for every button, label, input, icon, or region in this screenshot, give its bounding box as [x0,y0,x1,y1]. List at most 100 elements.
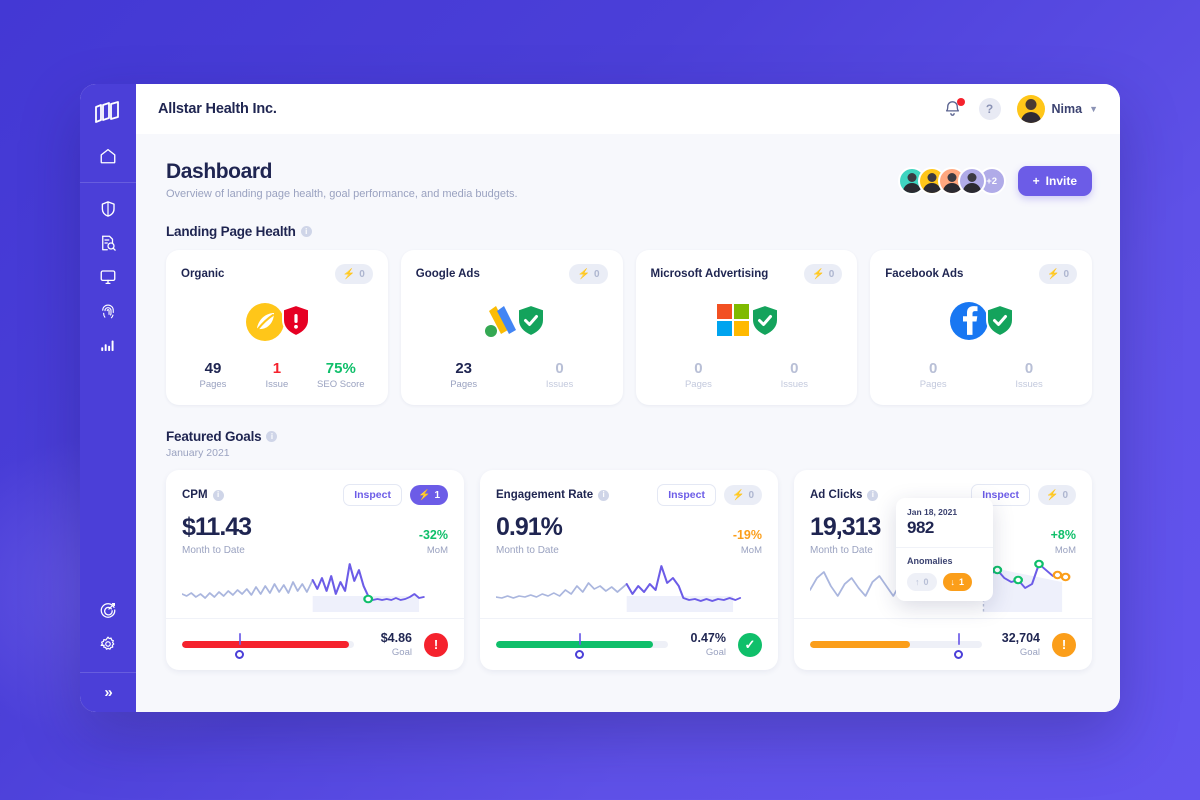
shield-check-icon [985,303,1015,343]
progress-track [182,641,354,648]
dashboard-content: Dashboard Overview of landing page healt… [136,134,1120,712]
goal-card-header: CPM i Inspect ⚡ 1 [182,484,448,506]
sidebar-item-settings[interactable] [90,628,126,660]
goal-metric-label: Month to Date [496,545,559,556]
bolt-icon: ⚡ [577,268,590,280]
progress-fill [182,641,349,648]
stat-value: 1 [272,360,282,377]
stat-item: 75% SEO Score [309,360,373,390]
section-label: Landing Page Health [166,224,296,239]
sidebar-item-security[interactable] [90,193,126,225]
badge-value: 0 [1062,489,1068,501]
sidebar-item-identity[interactable] [90,295,126,327]
sidebar-collapse-toggle[interactable]: » [80,672,136,712]
stat-label: Pages [199,379,227,390]
stat-value: 49 [204,360,222,377]
stat-value: 23 [455,360,473,377]
status-badge-check: ✓ [738,632,762,657]
goal-metric-value: 19,313 [810,513,881,541]
health-card-facebook-ads[interactable]: Facebook Ads ⚡ 0 0 Pages 0 Issues [870,250,1092,405]
topbar-actions: ? Nima ▼ [943,95,1098,123]
section-label: Featured Goals [166,429,262,444]
arrow-up-icon: ↑ [915,577,920,587]
shield-alert-icon [281,303,311,343]
stat-item: 0 Pages [651,360,747,390]
tooltip-anomalies-label: Anomalies [907,556,953,566]
stat-label: Issues [545,379,574,390]
progress-track [496,641,668,648]
featured-goals-date: January 2021 [166,447,230,459]
goal-card-title: Engagement Rate [496,489,594,501]
bolt-icon: ⚡ [812,268,825,280]
bolt-icon: ⚡ [1046,268,1060,280]
home-icon [99,147,117,165]
stat-value: 75% [325,360,356,377]
goal-metric-row: $11.43 Month to Date -32% MoM [182,515,448,557]
monitor-icon [99,268,117,286]
main-area: Allstar Health Inc. ? Nima ▼ Dashboard O… [136,84,1120,712]
goal-progress[interactable] [182,632,354,659]
info-icon[interactable]: i [266,431,278,442]
shield-check-icon [750,303,780,343]
goal-mom-label: MoM [1054,545,1076,556]
info-icon[interactable]: i [212,489,224,501]
target-icon [99,601,117,619]
progress-knob[interactable] [953,649,963,659]
shield-icon [99,200,117,218]
health-card-title: Organic [181,268,225,280]
goal-target-label: Goal [1019,647,1040,658]
stat-label: Pages [919,379,947,390]
stat-item: 0 Issues [981,360,1077,390]
badge-value: 0 [593,268,600,280]
inspect-button[interactable]: Inspect [657,484,716,506]
health-card-badge: ⚡ 0 [569,264,608,284]
stat-label: Pages [684,379,712,390]
goal-target-value: $4.86 [380,631,412,645]
inspect-button[interactable]: Inspect [343,484,402,506]
sidebar-item-home[interactable] [90,140,126,172]
brand-title: Allstar Health Inc. [158,101,277,117]
arrow-down-icon: ↓ [950,577,956,587]
goal-card-footer: 0.47% Goal ✓ [480,618,778,671]
stat-item: 0 Pages [885,360,981,390]
bar-chart-icon [99,336,117,354]
sidebar-item-audit[interactable] [90,227,126,259]
goal-progress[interactable] [810,632,982,659]
goal-target: $4.86 Goal [366,631,412,658]
info-icon[interactable]: i [867,489,879,501]
health-card-google-ads[interactable]: Google Ads ⚡ 0 23 Pages 0 Issues [400,250,623,405]
books-logo-icon[interactable] [91,98,125,128]
sidebar-item-analytics[interactable] [90,329,126,361]
goal-card-cpm[interactable]: CPM i Inspect ⚡ 1 $11.43 Month to Date -… [166,470,464,670]
team-avatar-stack[interactable]: +2 [897,167,1006,195]
document-search-icon [99,234,117,252]
goal-progress[interactable] [496,632,668,659]
gear-icon [99,635,117,653]
health-card-stats: 0 Pages 0 Issues [651,360,843,390]
info-icon[interactable]: i [598,489,610,501]
notifications-button[interactable] [943,98,965,119]
goal-card-engagement-rate[interactable]: Engagement Rate i Inspect ⚡ 0 0.91% Mont… [480,470,778,670]
page-title: Dashboard [166,160,273,183]
avatar [1016,95,1045,123]
sidebar-item-monitor[interactable] [90,261,126,293]
stat-value: 0 [790,360,799,377]
progress-knob[interactable] [234,649,244,659]
invite-button[interactable]: + Invite [1017,166,1092,196]
plus-icon: + [1032,174,1040,188]
user-menu[interactable]: Nima ▼ [1016,95,1098,123]
health-card-microsoft-advertising[interactable]: Microsoft Advertising ⚡ 0 0 Pages 0 Issu… [635,250,858,405]
anomalies-down-value: 1 [959,577,965,587]
goal-card-badge: ⚡ 1 [409,485,448,505]
info-icon[interactable]: i [300,226,312,237]
health-card-title: Microsoft Advertising [650,268,769,280]
featured-goals-grid: CPM i Inspect ⚡ 1 $11.43 Month to Date -… [166,470,1092,670]
help-button[interactable]: ? [978,98,1001,120]
goal-mom-label: MoM [740,545,762,556]
health-card-organic[interactable]: Organic ⚡ 0 49 Pages 1 Issue 75% SEO Sco… [166,250,388,405]
progress-knob[interactable] [574,649,584,659]
badge-value: 0 [1063,268,1069,280]
goal-card-ad-clicks[interactable]: Ad Clicks i Inspect ⚡ 0 19,313 Month to … [794,470,1092,670]
sidebar-item-goals[interactable] [90,594,126,626]
stat-item: 1 Issue [245,360,309,390]
